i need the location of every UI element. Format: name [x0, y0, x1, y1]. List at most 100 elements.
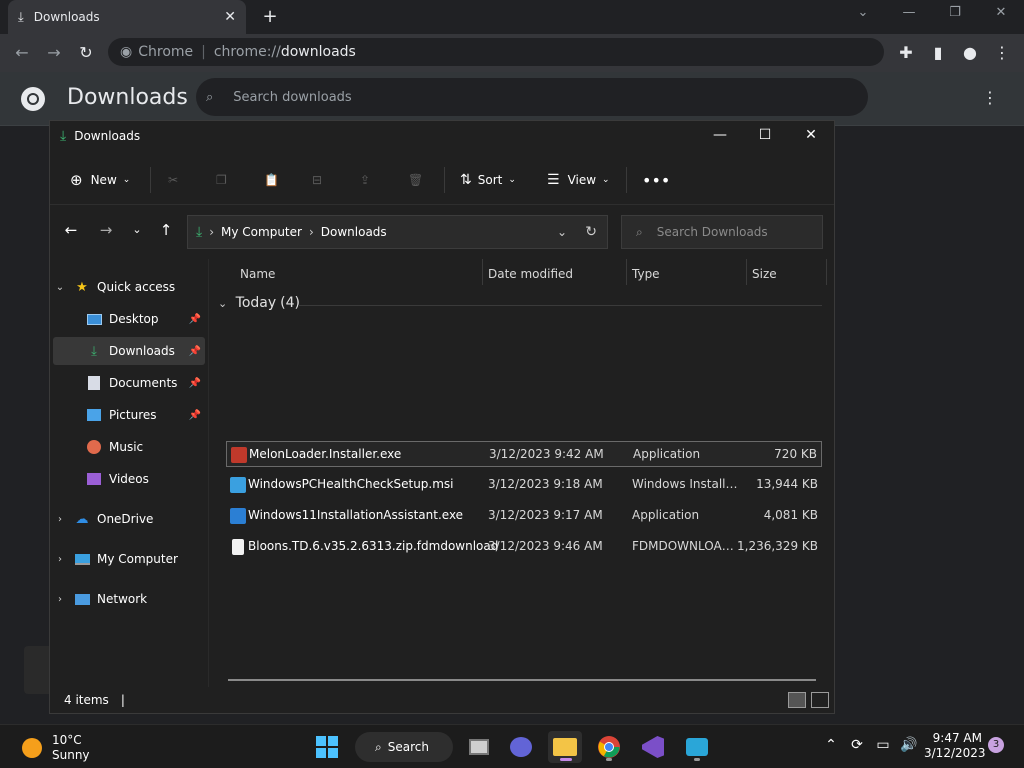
share-icon[interactable]: ⇪ [360, 169, 370, 191]
downloads-search-input[interactable]: ⌕ Search downloads [196, 78, 868, 116]
explorer-maximize-icon[interactable]: ☐ [750, 127, 780, 143]
column-divider[interactable] [482, 259, 483, 285]
teams-chat-button[interactable] [504, 731, 538, 763]
file-size: 720 KB [774, 447, 817, 461]
column-divider[interactable] [826, 259, 827, 285]
clock-date: 3/12/2023 [924, 746, 986, 760]
details-view-icon[interactable] [788, 692, 806, 708]
nav-item-desktop[interactable]: Desktop 📌 [53, 305, 205, 333]
sort-button[interactable]: ⇅ Sort ⌄ [460, 169, 516, 191]
back-icon[interactable]: ← [60, 221, 82, 239]
horizontal-scrollbar[interactable] [228, 679, 816, 681]
side-panel-icon[interactable]: ▮ [928, 43, 948, 63]
restore-icon[interactable]: ❐ [940, 5, 970, 20]
close-icon[interactable]: ✕ [986, 5, 1016, 20]
file-explorer-taskbar-button[interactable] [548, 731, 582, 763]
downloads-page-title: Downloads [67, 85, 188, 110]
start-button[interactable] [310, 731, 344, 763]
cut-icon[interactable]: ✂ [168, 169, 178, 191]
paste-icon[interactable]: 📋 [264, 169, 279, 191]
column-divider[interactable] [626, 259, 627, 285]
column-header-date[interactable]: Date modified [488, 267, 573, 281]
address-bar[interactable]: ⤓ › My Computer › Downloads ⌄ ↻ [187, 215, 608, 249]
file-date: 3/12/2023 9:18 AM [488, 477, 603, 491]
chrome-menu-icon[interactable]: ⋮ [992, 43, 1012, 63]
profile-icon[interactable]: ● [960, 43, 980, 63]
taskbar: 10°C Sunny ⌕ Search ⌃ ⟳ ▭ 🔊 9:47 AM 3/12… [0, 724, 1024, 768]
column-header-size[interactable]: Size [752, 267, 777, 281]
address-dropdown-icon[interactable]: ⌄ [557, 225, 567, 239]
tab-search-icon[interactable]: ⌄ [848, 5, 878, 20]
table-row[interactable]: MelonLoader.Installer.exe 3/12/2023 9:42 … [226, 441, 822, 467]
table-row[interactable]: Windows11InstallationAssistant.exe 3/12/2… [226, 503, 822, 529]
sync-icon[interactable]: ⟳ [844, 737, 870, 753]
folder-icon [553, 738, 577, 756]
breadcrumb-my-computer[interactable]: My Computer [221, 225, 302, 239]
pane-divider[interactable] [208, 259, 209, 687]
chevron-down-icon: ⌄ [602, 175, 610, 185]
volume-icon[interactable]: 🔊 [896, 737, 922, 753]
omnibox-separator: | [201, 44, 206, 60]
new-button[interactable]: ⊕ New ⌄ [70, 169, 130, 191]
column-header-type[interactable]: Type [632, 267, 660, 281]
large-icons-view-icon[interactable] [811, 692, 829, 708]
display-icon[interactable]: ▭ [870, 737, 896, 753]
nav-item-onedrive[interactable]: › ☁ OneDrive [53, 505, 205, 533]
task-view-button[interactable] [462, 731, 496, 763]
column-header-name[interactable]: Name [240, 267, 275, 281]
explorer-search-input[interactable]: ⌕ Search Downloads [621, 215, 823, 249]
pin-icon: 📌 [188, 409, 201, 421]
explorer-titlebar: ⤓ Downloads — ☐ ✕ [50, 121, 834, 151]
notification-badge[interactable]: 3 [988, 737, 1004, 753]
forward-icon[interactable]: → [95, 221, 117, 239]
delete-icon[interactable]: 🗑 [408, 169, 423, 191]
chrome-taskbar-button[interactable] [592, 731, 626, 763]
clock[interactable]: 9:47 AM 3/12/2023 [924, 731, 986, 761]
active-indicator [560, 758, 572, 761]
nav-item-network[interactable]: › Network [53, 585, 205, 613]
up-icon[interactable]: ↑ [155, 221, 177, 239]
file-date: 3/12/2023 9:42 AM [489, 447, 604, 461]
omnibox-host: downloads [280, 44, 356, 60]
nav-item-documents[interactable]: Documents 📌 [53, 369, 205, 397]
column-divider[interactable] [746, 259, 747, 285]
refresh-icon[interactable]: ↻ [585, 224, 597, 240]
explorer-minimize-icon[interactable]: — [705, 127, 735, 143]
download-icon: ⤓ [91, 343, 97, 359]
tab-close-icon[interactable]: ✕ [224, 9, 236, 25]
table-row[interactable]: Bloons.TD.6.v35.2.6313.zip.fdmdownload 3/… [226, 534, 822, 560]
taskbar-search-button[interactable]: ⌕ Search [355, 732, 453, 762]
view-button[interactable]: ☰ View ⌄ [547, 169, 610, 191]
nav-item-music[interactable]: Music [53, 433, 205, 461]
weather-widget[interactable]: 10°C Sunny [22, 733, 90, 763]
nav-item-quick-access[interactable]: ⌄ ★ Quick access [53, 273, 205, 301]
copy-icon[interactable]: ❐ [216, 169, 227, 191]
minimize-icon[interactable]: — [894, 5, 924, 20]
visual-studio-taskbar-button[interactable] [636, 731, 670, 763]
forward-icon[interactable]: → [44, 43, 64, 63]
chrome-tab-downloads[interactable]: ⤓ Downloads ✕ [8, 0, 246, 34]
file-name: MelonLoader.Installer.exe [249, 447, 402, 461]
nav-item-videos[interactable]: Videos [53, 465, 205, 493]
rename-icon[interactable]: ⊟ [312, 169, 322, 191]
more-options-icon[interactable]: ••• [642, 169, 670, 191]
nav-item-downloads[interactable]: ⤓ Downloads 📌 [53, 337, 205, 365]
nav-item-my-computer[interactable]: › My Computer [53, 545, 205, 573]
new-tab-button[interactable]: + [258, 6, 282, 28]
table-row[interactable]: WindowsPCHealthCheckSetup.msi 3/12/2023 9… [226, 472, 822, 498]
nav-item-pictures[interactable]: Pictures 📌 [53, 401, 205, 429]
back-icon[interactable]: ← [12, 43, 32, 63]
omnibox[interactable]: ◉ Chrome | chrome:// downloads [108, 38, 884, 66]
app-taskbar-button[interactable] [680, 731, 714, 763]
chevron-up-icon[interactable]: ⌃ [818, 737, 844, 753]
explorer-close-icon[interactable]: ✕ [796, 127, 826, 143]
breadcrumb-downloads[interactable]: Downloads [321, 225, 387, 239]
file-type: Application [632, 508, 700, 522]
recent-locations-icon[interactable]: ⌄ [126, 223, 148, 236]
file-size: 4,081 KB [763, 508, 818, 522]
downloads-more-icon[interactable]: ⋮ [982, 88, 998, 107]
group-header-today[interactable]: ⌄ Today (4) [218, 295, 300, 311]
reload-icon[interactable]: ↻ [76, 43, 96, 63]
extensions-icon[interactable]: ✚ [896, 43, 916, 63]
file-list-pane: Name Date modified Type Size ⌄ Today (4) … [210, 259, 834, 687]
